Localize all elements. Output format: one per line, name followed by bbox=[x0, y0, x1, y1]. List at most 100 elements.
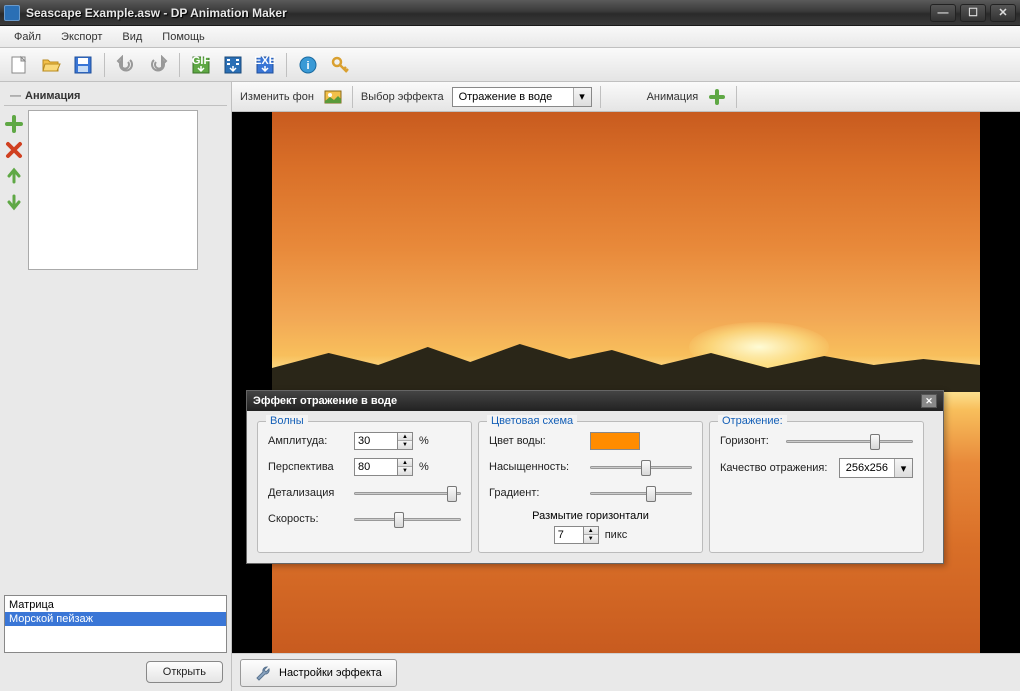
animation-panel: Анимация Матрица Морской bbox=[0, 82, 232, 691]
plus-icon bbox=[709, 89, 725, 105]
color-group: Цветовая схема Цвет воды: Насыщенность: … bbox=[478, 421, 703, 553]
move-down-button[interactable] bbox=[4, 192, 24, 212]
speed-label: Скорость: bbox=[268, 513, 348, 525]
menu-help[interactable]: Помощь bbox=[154, 29, 213, 45]
new-file-button[interactable] bbox=[6, 52, 32, 78]
effect-settings-button[interactable]: Настройки эффекта bbox=[240, 659, 397, 687]
blur-unit: пикс bbox=[605, 529, 628, 541]
reflection-group: Отражение: Горизонт: Качество отражения:… bbox=[709, 421, 924, 553]
arrow-down-icon bbox=[5, 193, 23, 211]
redo-button[interactable] bbox=[145, 52, 171, 78]
spinner-up[interactable]: ▲ bbox=[398, 433, 412, 441]
quality-label: Качество отражения: bbox=[720, 462, 833, 474]
color-group-title: Цветовая схема bbox=[487, 415, 577, 427]
blur-label: Размытие горизонтали bbox=[532, 510, 649, 522]
close-button[interactable]: ✕ bbox=[990, 4, 1016, 22]
spinner-up[interactable]: ▲ bbox=[398, 459, 412, 467]
spinner-down[interactable]: ▼ bbox=[398, 467, 412, 475]
info-icon: i bbox=[298, 55, 318, 75]
speed-slider[interactable] bbox=[354, 510, 461, 528]
amplitude-input[interactable] bbox=[354, 432, 398, 450]
window-title: Seascape Example.asw - DP Animation Make… bbox=[26, 6, 930, 20]
key-icon bbox=[330, 55, 350, 75]
add-effect-button[interactable] bbox=[706, 86, 728, 108]
effect-dialog: Эффект отражение в воде ✕ Волны Амплитуд… bbox=[246, 390, 944, 564]
arrow-up-icon bbox=[5, 167, 23, 185]
chevron-down-icon[interactable]: ▾ bbox=[573, 88, 591, 106]
horizon-label: Горизонт: bbox=[720, 435, 780, 447]
detail-label: Детализация bbox=[268, 487, 348, 499]
exe-icon: EXE bbox=[255, 55, 275, 75]
amplitude-spinner[interactable]: ▲▼ bbox=[354, 432, 413, 450]
export-video-button[interactable] bbox=[220, 52, 246, 78]
floppy-icon bbox=[73, 55, 93, 75]
change-bg-button[interactable] bbox=[322, 86, 344, 108]
bottom-bar: Настройки эффекта bbox=[232, 653, 1020, 691]
undo-button[interactable] bbox=[113, 52, 139, 78]
minimize-button[interactable]: — bbox=[930, 4, 956, 22]
preset-list[interactable]: Матрица Морской пейзаж bbox=[4, 595, 227, 653]
horizon-slider[interactable] bbox=[786, 432, 913, 450]
open-file-button[interactable] bbox=[38, 52, 64, 78]
menu-file[interactable]: Файл bbox=[6, 29, 49, 45]
saturation-label: Насыщенность: bbox=[489, 461, 584, 473]
dialog-title-bar[interactable]: Эффект отражение в воде ✕ bbox=[247, 391, 943, 411]
effect-dropdown[interactable]: Отражение в воде ▾ bbox=[452, 87, 592, 107]
effect-dropdown-value: Отражение в воде bbox=[453, 91, 573, 103]
blur-spinner[interactable]: ▲▼ bbox=[554, 526, 599, 544]
maximize-button[interactable]: ☐ bbox=[960, 4, 986, 22]
info-button[interactable]: i bbox=[295, 52, 321, 78]
perspective-unit: % bbox=[419, 461, 429, 473]
gradient-slider[interactable] bbox=[590, 484, 692, 502]
redo-icon bbox=[148, 55, 168, 75]
add-animation-button[interactable] bbox=[4, 114, 24, 134]
app-icon bbox=[4, 5, 20, 21]
perspective-spinner[interactable]: ▲▼ bbox=[354, 458, 413, 476]
gif-icon: GIF bbox=[191, 55, 211, 75]
blur-input[interactable] bbox=[554, 526, 584, 544]
quality-dropdown[interactable]: 256x256 ▾ bbox=[839, 458, 913, 478]
open-preset-button[interactable]: Открыть bbox=[146, 661, 223, 683]
titlebar: Seascape Example.asw - DP Animation Make… bbox=[0, 0, 1020, 26]
reflection-group-title: Отражение: bbox=[718, 415, 787, 427]
svg-text:GIF: GIF bbox=[192, 55, 211, 67]
amplitude-label: Амплитуда: bbox=[268, 435, 348, 447]
move-up-button[interactable] bbox=[4, 166, 24, 186]
export-exe-button[interactable]: EXE bbox=[252, 52, 278, 78]
list-item[interactable]: Морской пейзаж bbox=[5, 612, 226, 626]
svg-text:i: i bbox=[306, 60, 309, 72]
plus-icon bbox=[5, 115, 23, 133]
register-button[interactable] bbox=[327, 52, 353, 78]
canvas[interactable]: Эффект отражение в воде ✕ Волны Амплитуд… bbox=[232, 112, 1020, 653]
delete-icon bbox=[5, 141, 23, 159]
list-item[interactable]: Матрица bbox=[5, 598, 226, 612]
delete-animation-button[interactable] bbox=[4, 140, 24, 160]
spinner-down[interactable]: ▼ bbox=[584, 535, 598, 543]
quality-value: 256x256 bbox=[840, 462, 894, 474]
new-file-icon bbox=[9, 55, 29, 75]
main-toolbar: GIF EXE i bbox=[0, 48, 1020, 82]
dialog-title: Эффект отражение в воде bbox=[253, 395, 397, 407]
export-gif-button[interactable]: GIF bbox=[188, 52, 214, 78]
water-color-label: Цвет воды: bbox=[489, 435, 584, 447]
chevron-down-icon[interactable]: ▾ bbox=[894, 459, 912, 477]
amplitude-unit: % bbox=[419, 435, 429, 447]
save-button[interactable] bbox=[70, 52, 96, 78]
wrench-icon bbox=[255, 665, 271, 681]
panel-title: Анимация bbox=[4, 86, 227, 106]
animation-preview[interactable] bbox=[28, 110, 198, 270]
detail-slider[interactable] bbox=[354, 484, 461, 502]
change-bg-label: Изменить фон bbox=[240, 91, 314, 103]
spinner-up[interactable]: ▲ bbox=[584, 527, 598, 535]
spinner-down[interactable]: ▼ bbox=[398, 441, 412, 449]
image-icon bbox=[324, 88, 342, 106]
menu-export[interactable]: Экспорт bbox=[53, 29, 110, 45]
water-color-swatch[interactable] bbox=[590, 432, 640, 450]
video-export-icon bbox=[223, 55, 243, 75]
dialog-close-button[interactable]: ✕ bbox=[921, 394, 937, 408]
saturation-slider[interactable] bbox=[590, 458, 692, 476]
menu-view[interactable]: Вид bbox=[114, 29, 150, 45]
menubar: Файл Экспорт Вид Помощь bbox=[0, 26, 1020, 48]
settings-label: Настройки эффекта bbox=[279, 667, 382, 679]
perspective-input[interactable] bbox=[354, 458, 398, 476]
